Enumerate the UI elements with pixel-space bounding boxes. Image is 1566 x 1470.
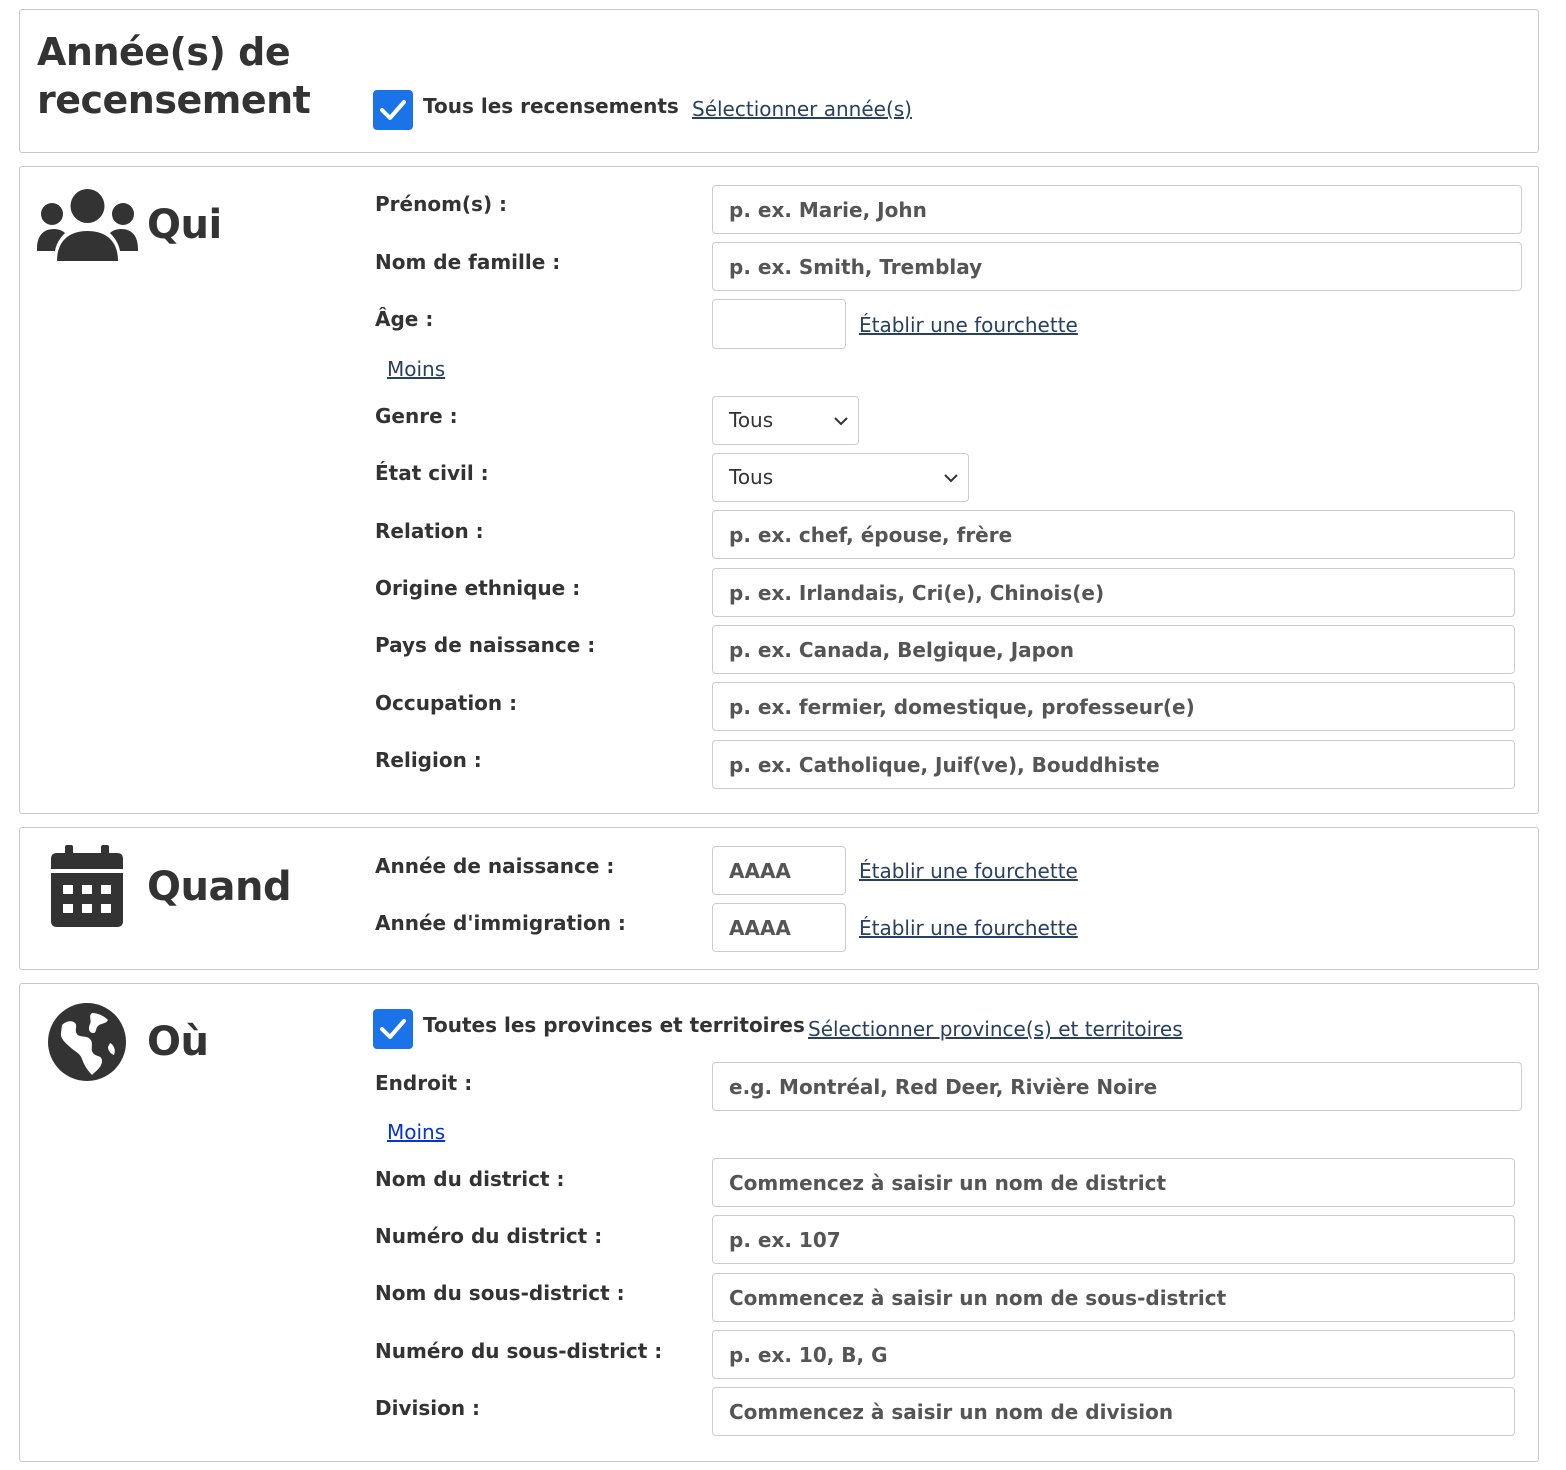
ethnic-origin-label: Origine ethnique : <box>375 576 581 600</box>
birth-country-input[interactable] <box>712 625 1515 674</box>
globe-icon <box>48 1003 126 1081</box>
when-title: Quand <box>147 864 292 910</box>
immigration-year-range-link[interactable]: Établir une fourchette <box>859 915 1078 941</box>
subdistrict-number-input[interactable] <box>712 1330 1515 1379</box>
last-name-input[interactable] <box>712 242 1522 291</box>
religion-input[interactable] <box>712 740 1515 789</box>
age-label: Âge : <box>375 307 434 331</box>
who-panel: Qui Prénom(s) : Nom de famille : Âge : É… <box>19 166 1539 814</box>
when-panel: Quand Année de naissance : Établir une f… <box>19 827 1539 970</box>
birth-year-range-link[interactable]: Établir une fourchette <box>859 858 1078 884</box>
religion-label: Religion : <box>375 748 482 772</box>
occupation-input[interactable] <box>712 682 1515 731</box>
district-name-input[interactable] <box>712 1158 1515 1207</box>
chevron-down-icon <box>944 474 958 483</box>
gender-label: Genre : <box>375 404 458 428</box>
first-name-label: Prénom(s) : <box>375 192 508 216</box>
occupation-label: Occupation : <box>375 691 518 715</box>
select-years-link[interactable]: Sélectionner année(s) <box>692 96 912 122</box>
who-title: Qui <box>147 202 222 248</box>
immigration-year-input[interactable] <box>712 903 846 952</box>
relation-label: Relation : <box>375 519 484 543</box>
calendar-icon <box>51 845 123 927</box>
marital-status-label: État civil : <box>375 461 489 485</box>
checkmark-icon <box>380 100 406 120</box>
all-censuses-checkbox[interactable] <box>373 90 413 130</box>
district-number-label: Numéro du district : <box>375 1224 603 1248</box>
where-title: Où <box>147 1019 209 1065</box>
chevron-down-icon <box>834 417 848 426</box>
marital-status-select[interactable]: Tous <box>712 453 969 502</box>
last-name-label: Nom de famille : <box>375 250 561 274</box>
birth-year-input[interactable] <box>712 846 846 895</box>
ethnic-origin-input[interactable] <box>712 568 1515 617</box>
age-range-link[interactable]: Établir une fourchette <box>859 312 1078 338</box>
where-less-link[interactable]: Moins <box>387 1119 445 1145</box>
first-name-input[interactable] <box>712 185 1522 234</box>
all-provinces-label[interactable]: Toutes les provinces et territoires <box>423 1012 805 1038</box>
who-less-link[interactable]: Moins <box>387 356 445 382</box>
gender-selected-value: Tous <box>729 408 774 432</box>
census-years-title: Année(s) de recensement <box>37 28 311 124</box>
users-icon <box>37 189 138 261</box>
census-years-title-line2: recensement <box>37 78 311 122</box>
place-input[interactable] <box>712 1062 1522 1111</box>
birth-year-label: Année de naissance : <box>375 854 615 878</box>
all-censuses-label[interactable]: Tous les recensements <box>423 93 679 119</box>
relation-input[interactable] <box>712 510 1515 559</box>
census-years-title-line1: Année(s) de <box>37 30 291 74</box>
all-provinces-checkbox[interactable] <box>373 1009 413 1049</box>
subdistrict-name-label: Nom du sous-district : <box>375 1281 625 1305</box>
census-years-panel: Année(s) de recensement Tous les recense… <box>19 9 1539 153</box>
immigration-year-label: Année d'immigration : <box>375 911 626 935</box>
place-label: Endroit : <box>375 1071 473 1095</box>
district-name-label: Nom du district : <box>375 1167 565 1191</box>
where-panel: Où Toutes les provinces et territoires S… <box>19 983 1539 1462</box>
marital-status-selected-value: Tous <box>729 465 774 489</box>
subdistrict-name-input[interactable] <box>712 1273 1515 1322</box>
subdistrict-number-label: Numéro du sous-district : <box>375 1339 663 1363</box>
division-label: Division : <box>375 1396 481 1420</box>
gender-select[interactable]: Tous <box>712 396 859 445</box>
select-provinces-link[interactable]: Sélectionner province(s) et territoires <box>808 1016 1183 1042</box>
age-input[interactable] <box>712 299 846 349</box>
district-number-input[interactable] <box>712 1215 1515 1264</box>
division-input[interactable] <box>712 1387 1515 1436</box>
birth-country-label: Pays de naissance : <box>375 633 596 657</box>
checkmark-icon <box>380 1019 406 1039</box>
